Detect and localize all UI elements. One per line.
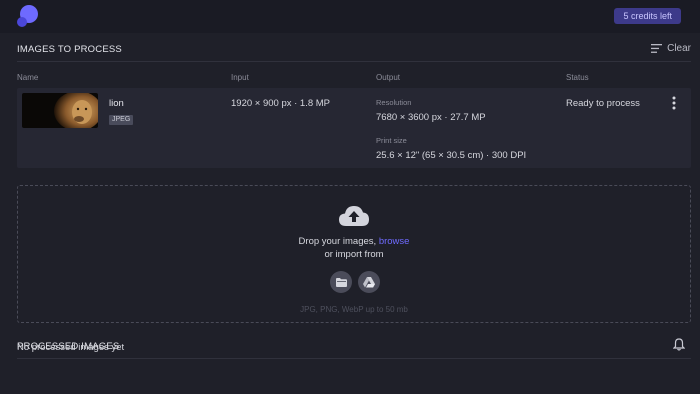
bell-icon[interactable] (673, 338, 685, 351)
clear-list-icon (651, 44, 663, 53)
import-label: or import from (324, 249, 384, 260)
top-bar: 5 credits left (0, 0, 700, 33)
print-size-value: 25.6 × 12" (65 × 30.5 cm) · 300 DPI (376, 150, 527, 161)
drop-text: Drop your images, (298, 236, 379, 247)
drop-instructions: Drop your images, browse (18, 236, 690, 247)
app-logo[interactable] (16, 4, 40, 28)
drop-zone[interactable]: Drop your images, browse or import from … (17, 185, 691, 323)
credits-label: 5 credits left (623, 11, 672, 21)
format-badge: JPEG (109, 115, 134, 125)
column-input: Input (231, 73, 249, 82)
browse-link[interactable]: browse (379, 236, 410, 247)
file-name: lion (109, 98, 124, 109)
images-to-process-header: IMAGES TO PROCESS Clear (17, 33, 691, 62)
column-name: Name (17, 73, 39, 82)
section-title: IMAGES TO PROCESS (17, 44, 122, 55)
import-from-folder-button[interactable] (330, 271, 352, 293)
column-status: Status (566, 73, 589, 82)
table-row: lion JPEG 1920 × 900 px · 1.8 MP Resolut… (17, 88, 691, 168)
empty-state-text: No processed images yet (17, 342, 125, 353)
resolution-value: 7680 × 3600 px · 27.7 MP (376, 112, 486, 123)
more-options-icon[interactable] (670, 96, 678, 110)
resolution-label: Resolution (376, 98, 412, 107)
cloud-upload-icon (339, 206, 369, 226)
input-info: 1920 × 900 px · 1.8 MP (231, 98, 331, 109)
folder-icon (335, 277, 347, 287)
table-header: Name Input Output Status (17, 73, 697, 85)
print-size-label: Print size (376, 136, 407, 145)
google-drive-icon (363, 276, 375, 287)
column-output: Output (376, 73, 401, 82)
clear-label: Clear (667, 43, 691, 54)
import-from-google-drive-button[interactable] (358, 271, 380, 293)
credits-badge[interactable]: 5 credits left (614, 8, 681, 24)
image-thumbnail (22, 93, 98, 128)
status-text: Ready to process (566, 98, 640, 109)
clear-button[interactable]: Clear (651, 43, 691, 54)
main-content: IMAGES TO PROCESS Clear Name Input Outpu… (0, 33, 700, 394)
file-types-hint: JPG, PNG, WebP up to 50 mb (300, 305, 408, 314)
